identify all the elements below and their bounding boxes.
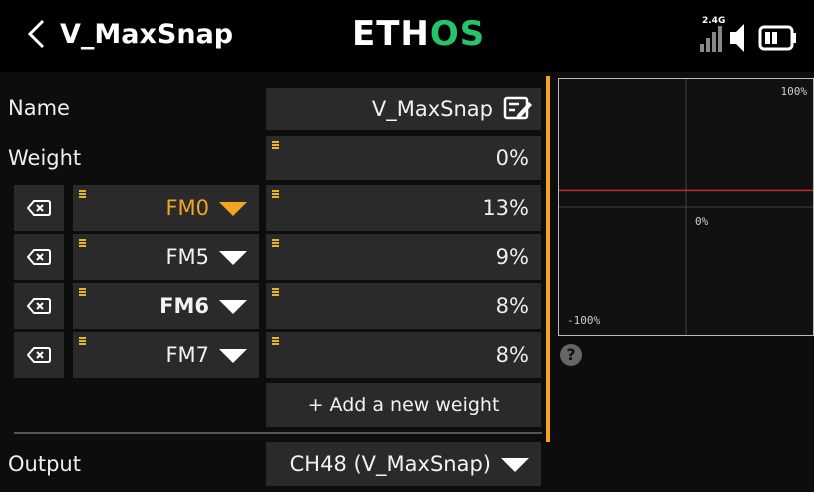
fm-weight-value: 13% (482, 196, 529, 220)
back-button[interactable] (16, 14, 56, 54)
curve-mid-label: 0% (695, 215, 709, 228)
flight-mode-value: FM5 (165, 245, 209, 269)
adjust-indicator (272, 288, 279, 296)
fm-weight-field[interactable]: 8% (266, 283, 541, 329)
dropdown-arrow-icon (219, 251, 247, 265)
delete-icon (27, 347, 51, 363)
flight-mode-value: FM6 (159, 294, 209, 318)
remove-weight-button[interactable] (14, 185, 64, 231)
dropdown-arrow-icon (501, 458, 529, 472)
delete-icon (27, 298, 51, 314)
scrollbar[interactable] (546, 76, 550, 442)
adjust-indicator (79, 239, 86, 247)
edit-icon (503, 96, 532, 120)
delete-icon (27, 249, 51, 265)
adjust-indicator (79, 190, 86, 198)
adjust-indicator (79, 337, 86, 345)
flight-mode-select[interactable]: FM7 (73, 332, 259, 378)
adjust-indicator (272, 141, 279, 149)
output-label: Output (8, 452, 81, 476)
fm-weight-field[interactable]: 8% (266, 332, 541, 378)
curve-grid (559, 79, 813, 335)
adjust-indicator (79, 288, 86, 296)
curve-top-label: 100% (780, 85, 808, 98)
chevron-left-icon (27, 19, 45, 49)
remove-weight-button[interactable] (14, 332, 64, 378)
name-field[interactable]: V_MaxSnap (266, 88, 541, 130)
adjust-indicator (272, 337, 279, 345)
remove-weight-button[interactable] (14, 283, 64, 329)
curve-bottom-label: -100% (567, 314, 601, 327)
speaker-icon (730, 24, 744, 52)
fm-weight-value: 8% (495, 294, 529, 318)
name-label: Name (8, 96, 70, 120)
add-weight-button[interactable]: + Add a new weight (266, 383, 541, 427)
flight-mode-select[interactable]: FM6 (73, 283, 259, 329)
flight-mode-select[interactable]: FM0 (73, 185, 259, 231)
dropdown-arrow-icon (219, 300, 247, 314)
delete-icon (27, 200, 51, 216)
name-value: V_MaxSnap (371, 97, 493, 121)
output-select[interactable]: CH48 (V_MaxSnap) (266, 442, 541, 486)
flight-mode-value: FM0 (165, 196, 209, 220)
fm-weight-value: 9% (495, 245, 529, 269)
dropdown-arrow-icon (219, 202, 247, 216)
ethos-logo: ETHOS (352, 14, 486, 54)
weight-value: 0% (495, 146, 529, 170)
adjust-indicator (272, 239, 279, 247)
fm-weight-field[interactable]: 13% (266, 185, 541, 231)
page-title: V_MaxSnap (60, 19, 234, 50)
curve-preview: 100% 0% -100% (558, 78, 814, 336)
fm-weight-value: 8% (495, 343, 529, 367)
dropdown-arrow-icon (219, 349, 247, 363)
battery-icon (758, 25, 796, 51)
fm-weight-field[interactable]: 9% (266, 234, 541, 280)
divider (14, 432, 542, 434)
weight-label: Weight (8, 146, 82, 170)
status-area: 2.4G (696, 16, 806, 56)
weight-field[interactable]: 0% (266, 136, 541, 180)
flight-mode-value: FM7 (165, 343, 209, 367)
help-icon[interactable]: ? (560, 344, 582, 366)
remove-weight-button[interactable] (14, 234, 64, 280)
flight-mode-select[interactable]: FM5 (73, 234, 259, 280)
adjust-indicator (272, 190, 279, 198)
output-value: CH48 (V_MaxSnap) (289, 452, 491, 476)
